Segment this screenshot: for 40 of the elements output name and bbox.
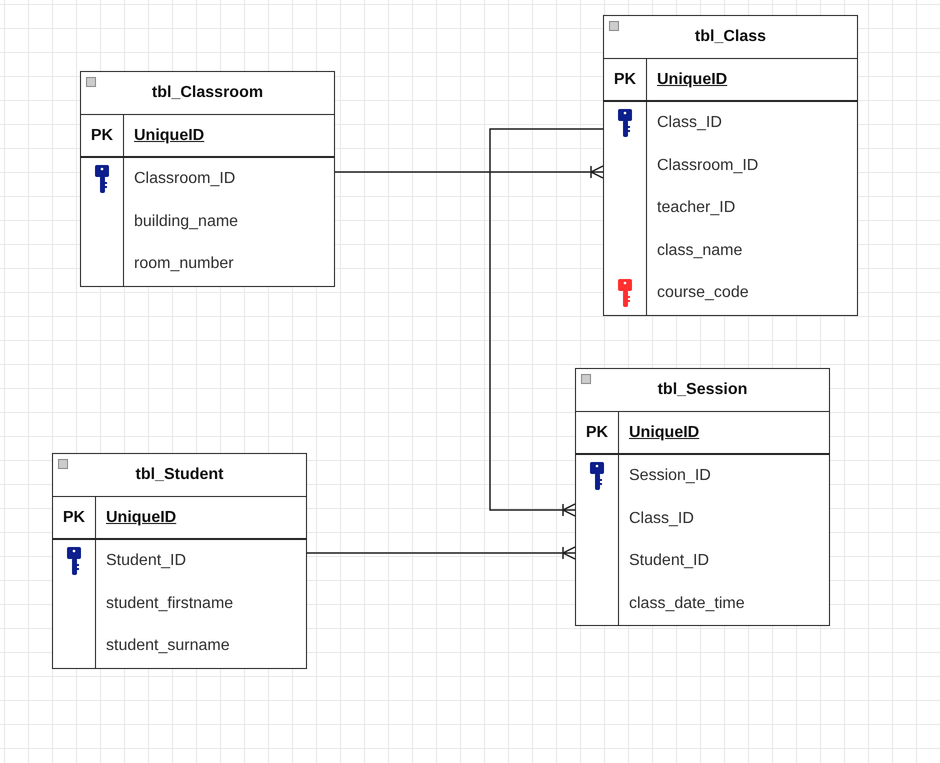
collapse-icon[interactable] <box>581 374 591 384</box>
table-title: tbl_Class <box>694 28 766 46</box>
collapse-icon[interactable] <box>86 77 96 87</box>
key-icon <box>618 109 632 138</box>
field-name: student_surname <box>106 637 230 656</box>
table-title: tbl_Session <box>658 381 748 399</box>
field-name: Student_ID <box>629 552 710 570</box>
key-icon <box>618 279 632 308</box>
key-icon <box>67 547 81 576</box>
pk-field: UniqueID <box>657 70 728 88</box>
pk-label: PK <box>586 424 608 442</box>
field-name: Student_ID <box>106 552 186 570</box>
pk-label: PK <box>614 70 636 88</box>
field-name: student_firstname <box>106 594 234 613</box>
entity-table[interactable]: tbl_Classroom PK UniqueID Classroom_ID building_name room_number <box>80 71 335 286</box>
collapse-icon[interactable] <box>609 21 619 31</box>
field-name: course_code <box>657 284 749 302</box>
pk-field: UniqueID <box>106 508 176 526</box>
pk-label: PK <box>62 508 86 526</box>
pk-label: PK <box>90 126 114 144</box>
key-icon <box>95 165 109 194</box>
field-name: Classroom_ID <box>657 156 758 175</box>
table-title: tbl_Classroom <box>152 84 264 102</box>
entity-table[interactable]: tbl_Student PK UniqueID Student_ID student_firstname student_surname <box>52 453 307 668</box>
field-name: Class_ID <box>657 114 722 132</box>
table-title: tbl_Student <box>136 466 224 484</box>
field-name: Classroom_ID <box>134 170 236 188</box>
entity-table[interactable]: tbl_Class PK UniqueID Class_ID Classroom_ID teacher_ID class_name course_code <box>603 15 858 316</box>
pk-field: UniqueID <box>629 424 700 442</box>
field-name: teacher_ID <box>657 199 736 218</box>
field-name: building_name <box>134 212 238 231</box>
field-name: Class_ID <box>629 510 694 528</box>
field-name: class_name <box>657 242 742 260</box>
field-name: Session_ID <box>629 467 711 486</box>
collapse-icon[interactable] <box>58 459 68 469</box>
key-icon <box>590 462 604 490</box>
pk-field: UniqueID <box>134 126 204 144</box>
field-name: class_date_time <box>629 594 745 613</box>
entity-table[interactable]: tbl_Session PK UniqueID Session_ID Class_ID Student_ID class_date_time <box>575 368 830 626</box>
field-name: room_number <box>134 255 234 274</box>
